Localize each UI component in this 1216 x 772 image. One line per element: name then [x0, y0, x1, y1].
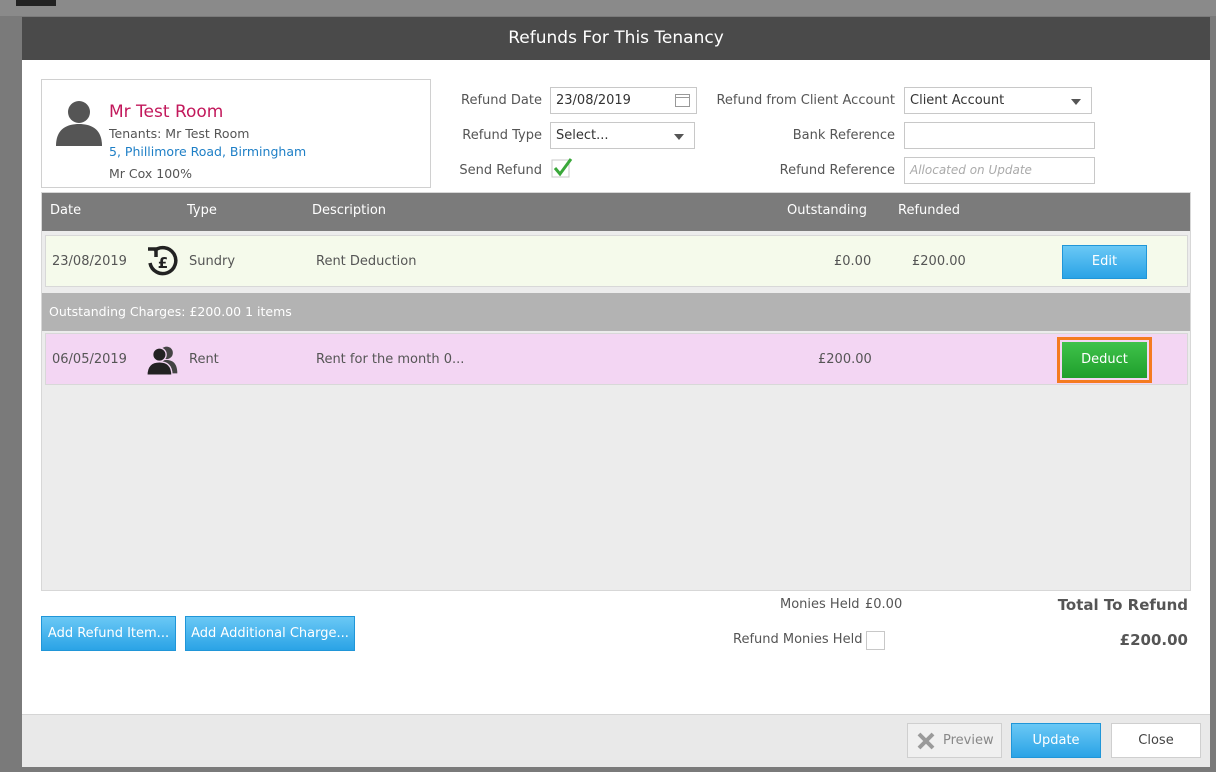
- grid-header: Date Type Description Outstanding Refund…: [42, 193, 1190, 231]
- total-to-refund-value: £200.00: [1119, 631, 1188, 649]
- tenant-tenants: Tenants: Mr Test Room: [109, 126, 250, 141]
- column-description[interactable]: Description: [312, 203, 386, 218]
- refund-type-select[interactable]: Select...: [550, 122, 695, 149]
- row-type: Sundry: [189, 254, 236, 269]
- refund-monies-held-label: Refund Monies Held: [733, 632, 863, 647]
- calendar-icon[interactable]: [675, 94, 690, 107]
- svg-text:£: £: [158, 254, 168, 272]
- preview-label: Preview: [943, 733, 994, 748]
- add-additional-charge-button[interactable]: Add Additional Charge...: [185, 616, 355, 651]
- column-refunded[interactable]: Refunded: [898, 203, 960, 218]
- refund-reference-label: Refund Reference: [779, 163, 895, 178]
- row-outstanding: £200.00: [818, 352, 872, 367]
- column-outstanding[interactable]: Outstanding: [787, 203, 867, 218]
- close-x-icon: [917, 732, 935, 750]
- bank-reference-label: Bank Reference: [792, 128, 895, 143]
- row-date: 06/05/2019: [52, 352, 127, 367]
- add-refund-item-button[interactable]: Add Refund Item...: [41, 616, 176, 651]
- row-description: Rent for the month 0...: [316, 352, 465, 367]
- refund-type-value: Select...: [556, 128, 609, 143]
- background-tab: [16, 0, 56, 6]
- refund-date-value: 23/08/2019: [556, 93, 631, 108]
- total-to-refund-label: Total To Refund: [1057, 596, 1188, 614]
- column-date[interactable]: Date: [50, 203, 81, 218]
- refund-date-field[interactable]: 23/08/2019: [550, 87, 697, 114]
- tenants-icon: [146, 346, 178, 376]
- modal-footer: Preview Update Close: [22, 714, 1210, 767]
- close-button[interactable]: Close: [1111, 723, 1201, 758]
- tenant-name: Mr Test Room: [109, 102, 224, 122]
- refunds-modal: Refunds For This Tenancy Mr Test Room Te…: [22, 17, 1210, 767]
- outstanding-charges-bar: Outstanding Charges: £200.00 1 items: [42, 293, 1190, 331]
- tenant-address-link[interactable]: 5, Phillimore Road, Birmingham: [109, 144, 306, 159]
- deduct-highlight: Deduct: [1057, 337, 1152, 383]
- refund-type-label: Refund Type: [462, 128, 542, 143]
- refund-from-select[interactable]: Client Account: [904, 87, 1092, 114]
- tenant-owner: Mr Cox 100%: [109, 166, 192, 181]
- monies-held-label: Monies Held: [780, 597, 860, 612]
- row-date: 23/08/2019: [52, 254, 127, 269]
- monies-held-value: £0.00: [865, 597, 903, 612]
- column-type[interactable]: Type: [187, 203, 217, 218]
- tenant-card: Mr Test Room Tenants: Mr Test Room 5, Ph…: [41, 79, 431, 188]
- send-refund-checkbox[interactable]: [551, 157, 573, 179]
- row-type: Rent: [189, 352, 219, 367]
- edit-button[interactable]: Edit: [1062, 245, 1147, 279]
- refund-reference-placeholder: Allocated on Update: [910, 163, 1032, 177]
- row-outstanding: £0.00: [834, 254, 872, 269]
- table-row[interactable]: 23/08/2019 £ Sundry Rent Deduction £0.00…: [45, 235, 1188, 287]
- bank-reference-input[interactable]: [904, 122, 1095, 149]
- pound-refund-icon: £: [148, 245, 178, 276]
- update-button[interactable]: Update: [1011, 723, 1101, 758]
- refund-reference-input[interactable]: Allocated on Update: [904, 157, 1095, 184]
- background-strip: [0, 0, 1216, 16]
- table-row[interactable]: 06/05/2019 Rent Rent for the month 0... …: [45, 333, 1188, 385]
- preview-button[interactable]: Preview: [907, 723, 1002, 758]
- chevron-down-icon: [674, 134, 684, 140]
- refund-date-label: Refund Date: [461, 93, 542, 108]
- modal-title: Refunds For This Tenancy: [22, 17, 1210, 60]
- deduct-button[interactable]: Deduct: [1062, 342, 1147, 378]
- chevron-down-icon: [1071, 99, 1081, 105]
- row-description: Rent Deduction: [316, 254, 417, 269]
- send-refund-label: Send Refund: [459, 163, 542, 178]
- person-icon: [56, 101, 102, 146]
- refund-from-value: Client Account: [910, 93, 1005, 108]
- refund-grid: Date Type Description Outstanding Refund…: [41, 192, 1191, 591]
- row-refunded: £200.00: [912, 254, 966, 269]
- refund-monies-held-checkbox[interactable]: [866, 631, 885, 650]
- refund-from-label: Refund from Client Account: [716, 93, 895, 108]
